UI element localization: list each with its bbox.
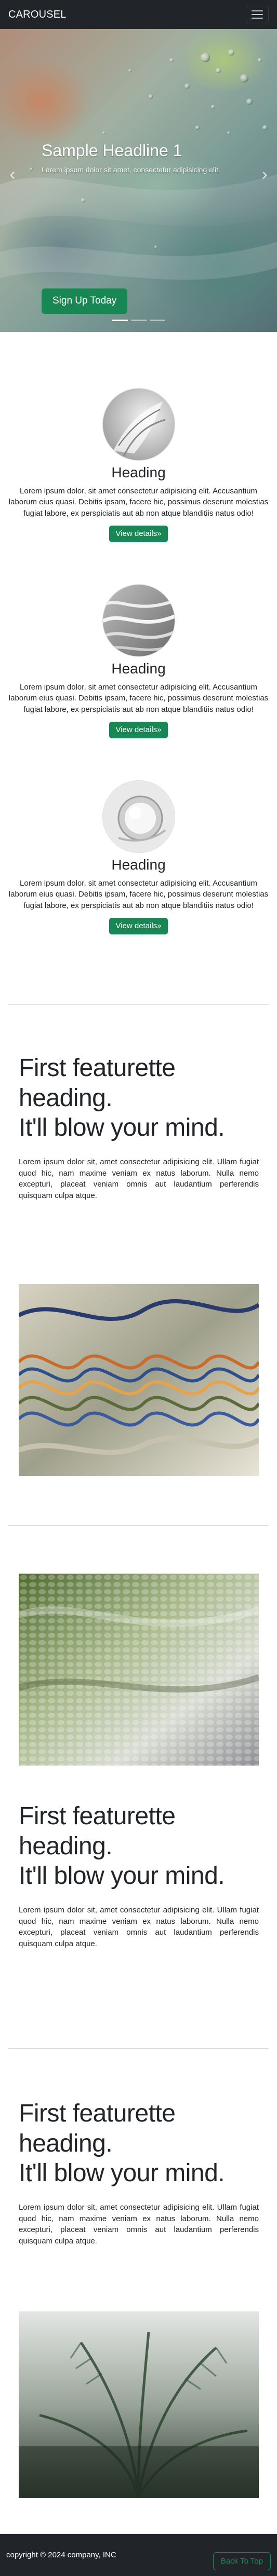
copyright-text: copyright © 2024 company, INC: [6, 2551, 116, 2559]
featurette-heading: First featurette heading. It'll blow you…: [19, 1053, 259, 1143]
marketing-heading: Heading: [111, 464, 166, 480]
marketing-heading: Heading: [111, 660, 166, 677]
featurette-heading-line1: First featurette heading.: [19, 1054, 176, 1112]
featurette-image: [19, 1574, 259, 1766]
footer: copyright © 2024 company, INC Back To To…: [0, 2534, 277, 2576]
carousel-headline: Sample Headline 1: [42, 141, 182, 160]
back-to-top-button[interactable]: Back To Top: [213, 2552, 271, 2570]
marketing-column: Heading Lorem ipsum dolor, sit amet cons…: [0, 780, 277, 934]
marketing-column: Heading Lorem ipsum dolor, sit amet cons…: [0, 584, 277, 738]
marketing-text: Lorem ipsum dolor, sit amet consectetur …: [8, 682, 269, 714]
carousel-caption: Sample Headline 1 Lorem ipsum dolor sit …: [42, 141, 239, 175]
featurette-heading-line2: It'll blow your mind.: [19, 1114, 225, 1142]
featurette-heading: First featurette heading. It'll blow you…: [19, 2099, 259, 2188]
navbar: CAROUSEL: [0, 0, 277, 29]
carousel-next-button[interactable]: ›: [254, 159, 275, 190]
featurette-divider: [8, 1004, 269, 1005]
marketing-text: Lorem ipsum dolor, sit amet consectetur …: [8, 486, 269, 518]
featurette-image: [19, 2311, 259, 2498]
featurette-divider: [8, 1525, 269, 1526]
view-details-button[interactable]: View details»: [109, 721, 168, 738]
featurette-text: First featurette heading. It'll blow you…: [19, 1053, 259, 1202]
marketing-image: [102, 584, 175, 657]
view-details-button[interactable]: View details»: [109, 917, 168, 934]
featurette-text: Lorem ipsum dolor sit, amet consectetur …: [19, 1905, 259, 1949]
featurette-text: Lorem ipsum dolor sit, amet consectetur …: [19, 2202, 259, 2246]
view-details-button[interactable]: View details»: [109, 525, 168, 542]
marketing-column: Heading Lorem ipsum dolor, sit amet cons…: [0, 388, 277, 542]
marketing-image: [102, 780, 175, 853]
marketing-image: [102, 388, 175, 461]
carousel-indicator-2[interactable]: [130, 320, 147, 321]
featurette-heading-line1: First featurette heading.: [19, 2100, 176, 2157]
chevron-left-icon: ‹: [9, 164, 16, 184]
featurette-heading: First featurette heading. It'll blow you…: [19, 1801, 259, 1891]
carousel-text: Lorem ipsum dolor sit amet, consectetur …: [42, 166, 220, 174]
featurette-heading-line1: First featurette heading.: [19, 1802, 176, 1860]
featurette-image: [19, 1284, 259, 1476]
featurette-text: First featurette heading. It'll blow you…: [19, 1801, 259, 1950]
featurette-divider: [8, 2048, 269, 2049]
brand-logo[interactable]: CAROUSEL: [8, 9, 67, 21]
carousel-indicator-3[interactable]: [149, 320, 165, 321]
featurette-text: Lorem ipsum dolor sit, amet consectetur …: [19, 1157, 259, 1201]
featurette-text: First featurette heading. It'll blow you…: [19, 2099, 259, 2247]
carousel-indicator-1[interactable]: [112, 320, 128, 321]
menu-toggle-button[interactable]: [246, 6, 269, 23]
hero-carousel: ‹ › Sample Headline 1 Lorem ipsum dolor …: [0, 29, 277, 332]
sign-up-button[interactable]: Sign Up Today: [42, 288, 128, 314]
carousel-prev-button[interactable]: ‹: [2, 159, 23, 190]
featurette-heading-line2: It'll blow your mind.: [19, 2159, 225, 2187]
featurette-heading-line2: It'll blow your mind.: [19, 1862, 225, 1890]
marketing-text: Lorem ipsum dolor, sit amet consectetur …: [8, 878, 269, 911]
hamburger-icon: [252, 10, 263, 19]
chevron-right-icon: ›: [261, 164, 268, 184]
marketing-heading: Heading: [111, 857, 166, 873]
carousel-indicators: [0, 320, 277, 322]
